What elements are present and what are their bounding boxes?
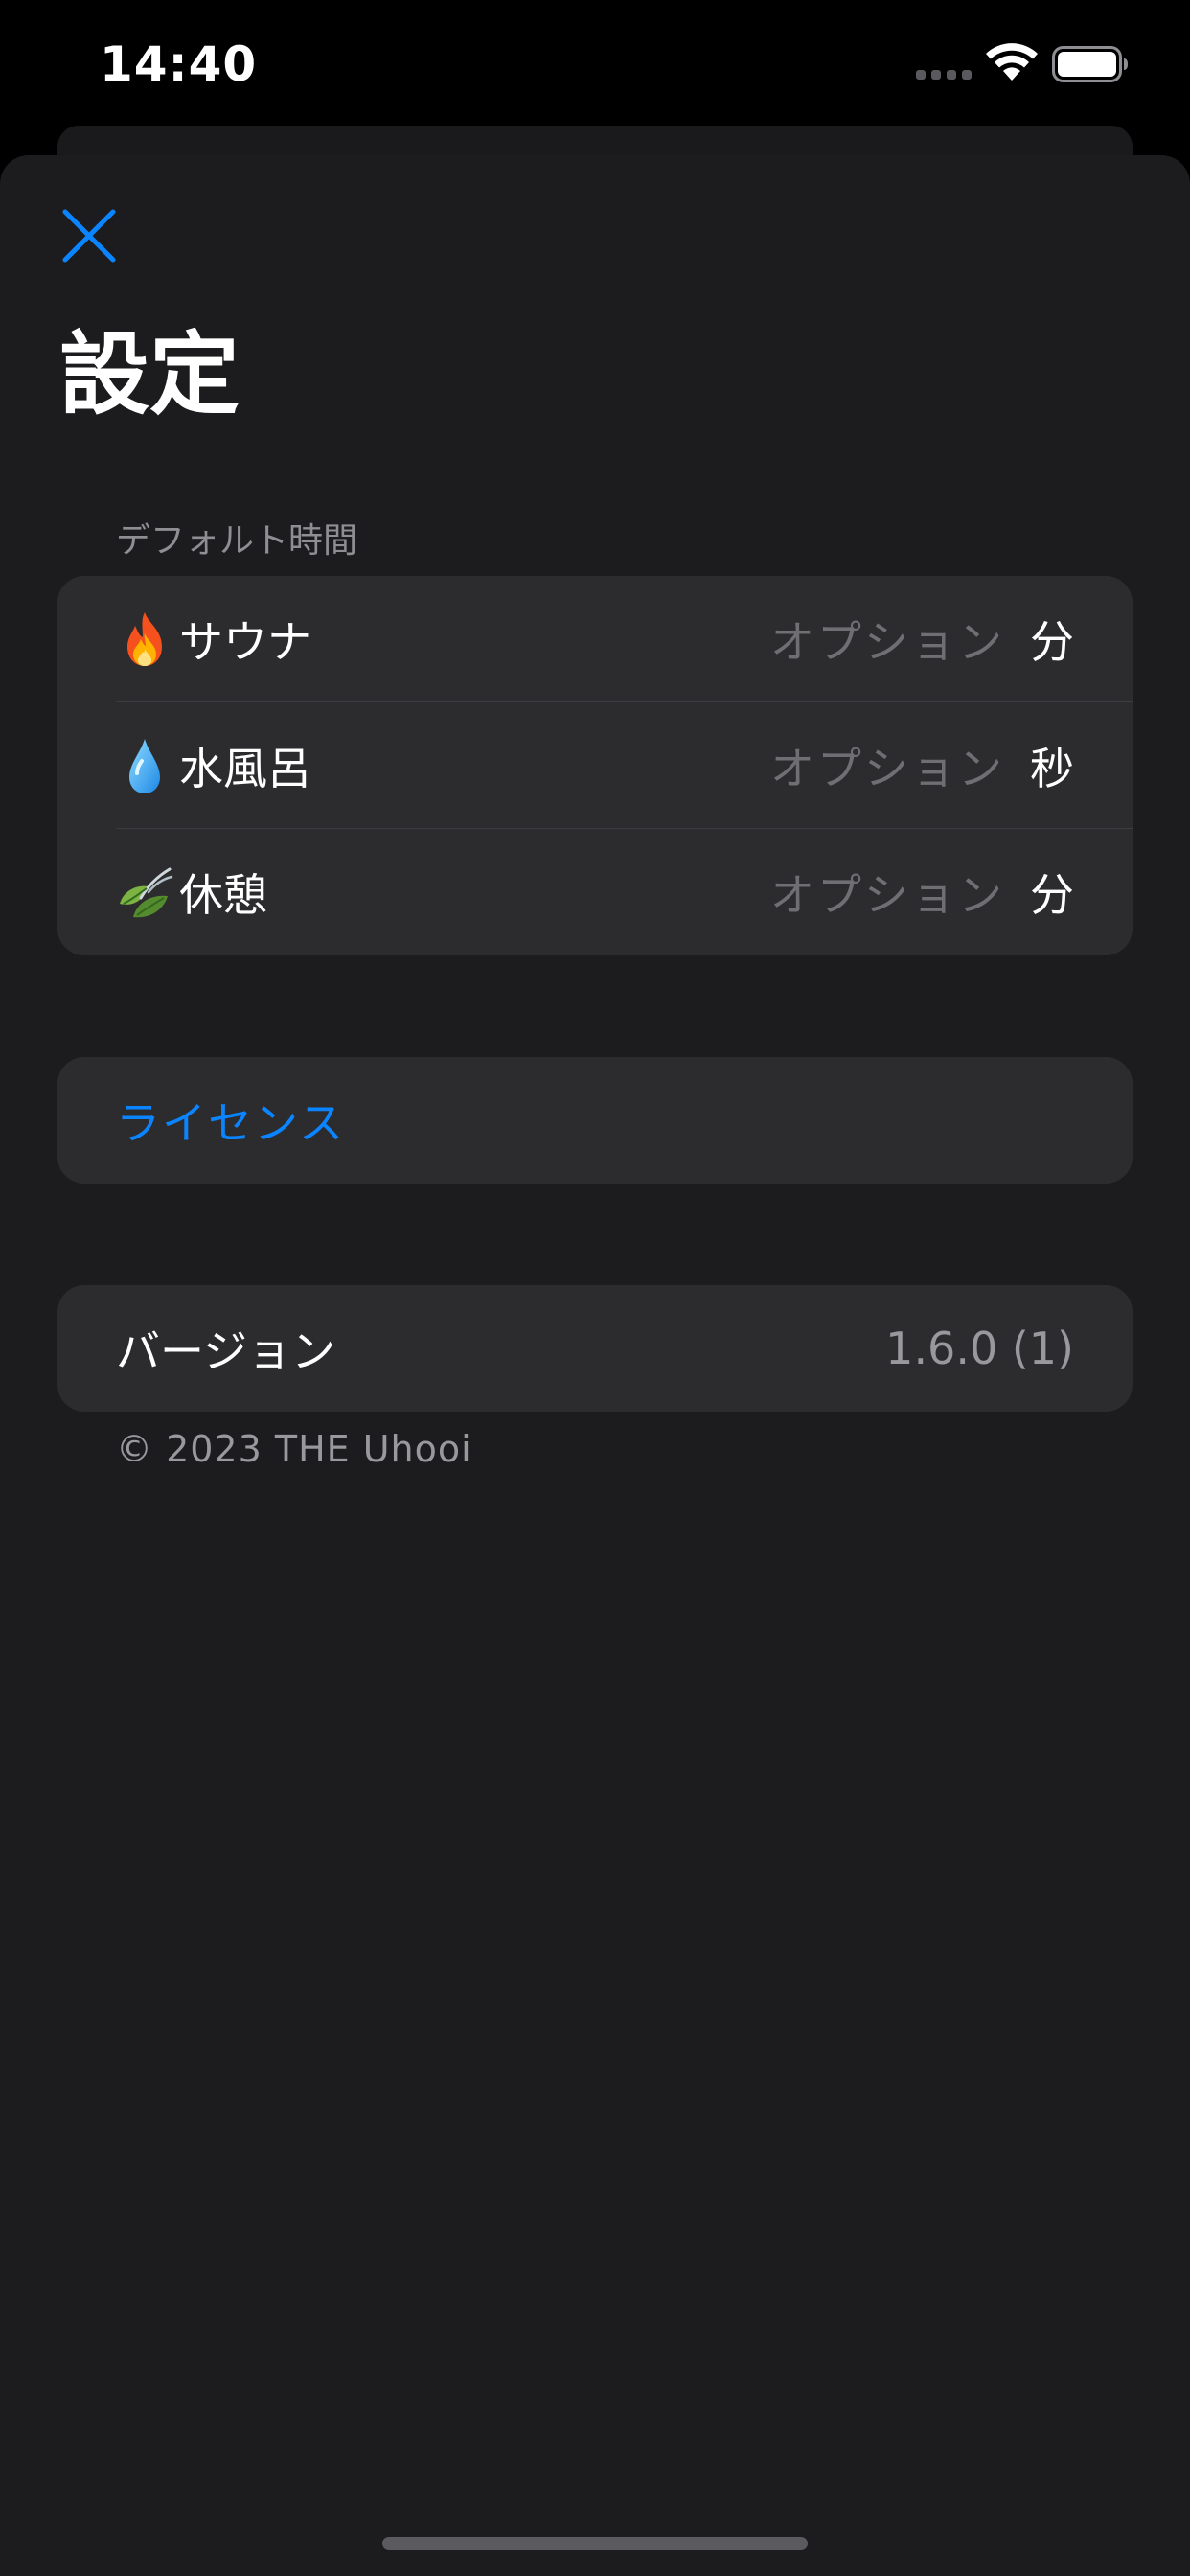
page-title: 設定 — [59, 323, 240, 427]
rest-time-row[interactable]: 休憩 オプション 分 — [57, 829, 1133, 955]
sauna-label: サウナ — [179, 616, 311, 668]
rest-unit: 分 — [1030, 869, 1074, 921]
rest-time-input[interactable]: オプション — [770, 861, 1005, 924]
version-label: バージョン — [116, 1325, 336, 1377]
version-row: バージョン 1.6.0 (1) — [57, 1285, 1133, 1412]
cold-bath-time-row[interactable]: 水風呂 オプション 秒 — [57, 702, 1133, 829]
rest-label: 休憩 — [179, 869, 267, 921]
version-value: 1.6.0 (1) — [885, 1322, 1074, 1374]
status-time: 14:40 — [100, 36, 258, 92]
license-link[interactable]: ライセンス — [116, 1089, 345, 1152]
screen: 14:40 設定 デフォルト時間 サウナ オプション 分 水風呂 オプション 秒… — [0, 0, 1190, 2576]
battery-icon — [1052, 46, 1128, 82]
wifi-icon — [986, 43, 1038, 80]
version-group: バージョン 1.6.0 (1) — [57, 1285, 1133, 1412]
home-indicator[interactable] — [382, 2537, 808, 2550]
close-icon[interactable] — [59, 206, 119, 265]
cold-bath-label: 水風呂 — [179, 743, 311, 794]
license-row[interactable]: ライセンス — [57, 1057, 1133, 1184]
sauna-time-input[interactable]: オプション — [770, 608, 1005, 671]
droplet-icon — [129, 739, 160, 794]
cellular-signal-icon — [916, 70, 972, 80]
fire-icon — [127, 612, 162, 666]
cold-bath-time-input[interactable]: オプション — [770, 734, 1005, 797]
sauna-time-row[interactable]: サウナ オプション 分 — [57, 576, 1133, 702]
license-group: ライセンス — [57, 1057, 1133, 1184]
section-header-default-time: デフォルト時間 — [116, 521, 358, 561]
cold-bath-unit: 秒 — [1030, 743, 1074, 794]
default-time-group: サウナ オプション 分 水風呂 オプション 秒 休憩 オプション 分 — [57, 576, 1133, 955]
sauna-unit: 分 — [1030, 616, 1074, 668]
leaf-icon — [120, 867, 173, 918]
copyright-footer: © 2023 THE Uhooi — [116, 1428, 472, 1470]
